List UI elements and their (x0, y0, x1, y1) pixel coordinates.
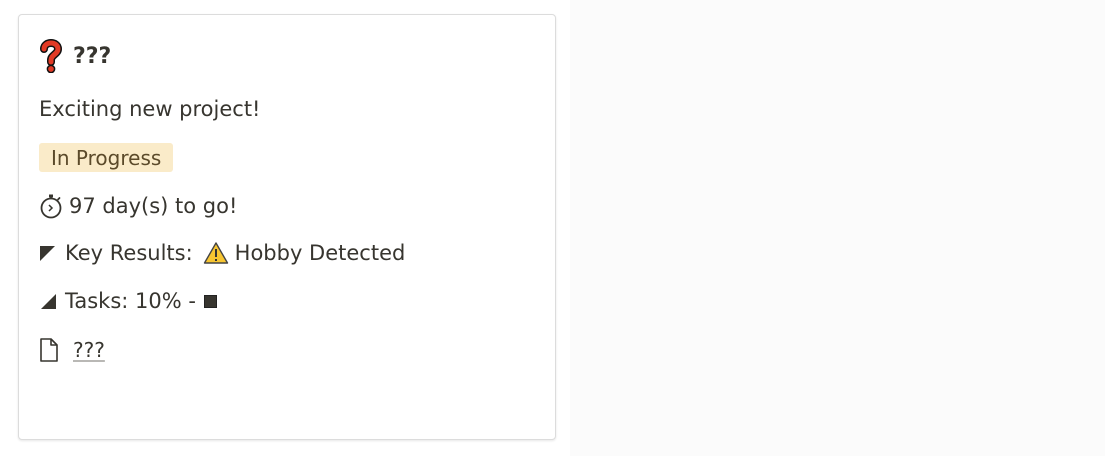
progress-square-icon (203, 294, 217, 308)
status-row: In Progress (39, 143, 174, 172)
tasks-label: Tasks: 10% - (65, 289, 196, 313)
card-title: ??? (73, 43, 112, 69)
description-row: Exciting new project! (39, 97, 260, 121)
page-link[interactable]: ??? (73, 338, 105, 362)
key-results-label: Key Results: (65, 241, 193, 265)
page-link-row[interactable]: ??? (39, 337, 105, 363)
project-description: Exciting new project! (39, 97, 261, 121)
key-results-row: Key Results: Hobby Detected (39, 241, 405, 265)
question-mark-icon (39, 39, 63, 73)
countdown-row: 97 day(s) to go! (39, 193, 237, 219)
triangle-corner-icon (39, 292, 57, 310)
triangle-corner-icon (39, 244, 57, 262)
status-badge: In Progress (39, 143, 174, 172)
key-results-value: Hobby Detected (234, 241, 406, 265)
card-title-row: ??? (39, 39, 111, 73)
tasks-row: Tasks: 10% - (39, 289, 217, 313)
page-icon (39, 337, 59, 363)
warning-icon (203, 241, 229, 265)
project-card[interactable]: ??? Exciting new project! In Progress 97… (18, 14, 556, 440)
stopwatch-icon (39, 193, 63, 219)
countdown-text: 97 day(s) to go! (69, 194, 238, 218)
